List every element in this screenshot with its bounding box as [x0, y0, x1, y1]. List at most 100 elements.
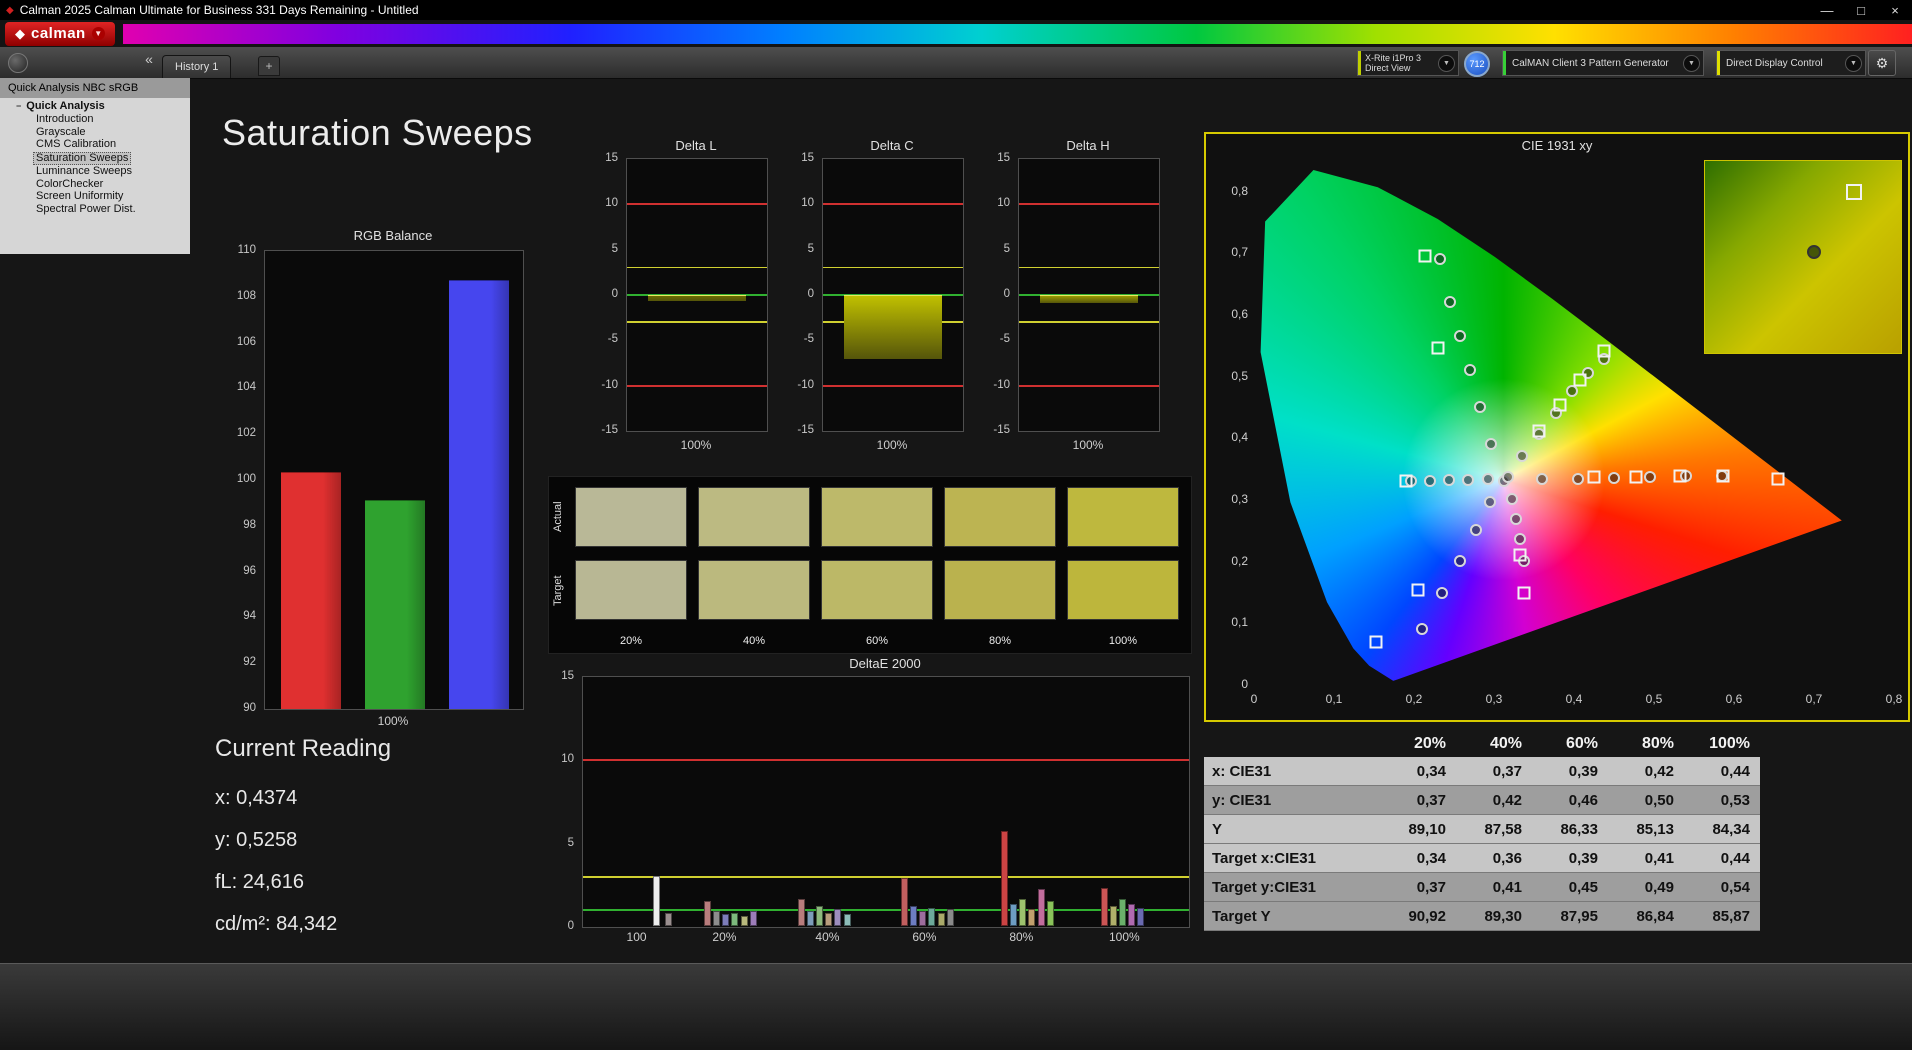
meter-dropdown[interactable]: X-Rite i1Pro 3 Direct View ▼	[1357, 50, 1459, 76]
deltae-bar	[816, 906, 824, 926]
sidebar-item-colorchecker[interactable]: ColorChecker	[34, 178, 105, 191]
close-button[interactable]: ×	[1878, 0, 1912, 20]
actual-color-patch	[698, 487, 810, 547]
cie-y-tick: 0,4	[1231, 430, 1248, 445]
cie-y-tick: 0,3	[1231, 492, 1248, 507]
workflow-menu-button[interactable]	[8, 53, 28, 73]
cie-target-point	[1673, 469, 1687, 483]
delta_l-y-tick: 10	[605, 197, 618, 210]
delta-l-y-axis: 15 10 5 0 -5 -10 -15	[592, 152, 622, 436]
sidebar-item-cms-calibration[interactable]: CMS Calibration	[34, 138, 118, 151]
patch-grid	[575, 487, 1179, 620]
table-row: y: CIE31 0,37 0,42 0,46 0,50 0,53	[1204, 786, 1760, 815]
table-row-label: Target y:CIE31	[1212, 878, 1316, 896]
inset-target-square	[1846, 184, 1863, 201]
deltae-x-tick: 100	[626, 930, 647, 944]
sidebar-item-luminance-sweeps[interactable]: Luminance Sweeps	[34, 165, 134, 178]
delta_c-y-tick: -15	[797, 424, 814, 436]
target-color-patch	[698, 560, 810, 620]
table-cell: 0,44	[1720, 849, 1750, 867]
chevron-down-icon[interactable]: ▼	[1438, 54, 1455, 72]
table-row: Target x:CIE31 0,34 0,36 0,39 0,41 0,44	[1204, 844, 1760, 873]
toolbar: « History 1 + X-Rite i1Pro 3 Direct View…	[0, 47, 1912, 79]
logo-menu-chevron-icon[interactable]: ▼	[91, 27, 105, 40]
chevron-down-icon[interactable]: ▼	[1845, 54, 1862, 72]
deltae-y-axis: 15 10 5 0	[552, 670, 578, 932]
cie-measured-point	[1509, 512, 1522, 525]
app-icon: ◆	[6, 4, 14, 16]
calman-app-window: ◆ Calman 2025 Calman Ultimate for Busine…	[0, 0, 1912, 1050]
pattern-generator-label: CalMAN Client 3 Pattern Generator	[1512, 57, 1669, 69]
delta_h-bar	[1040, 295, 1138, 304]
cie-measured-point	[1453, 329, 1466, 342]
deltae-bar	[713, 911, 721, 926]
add-tab-button[interactable]: +	[258, 56, 280, 76]
delta_l-reference-line	[627, 384, 767, 387]
calman-logo-button[interactable]: ◆ calman ▼	[5, 21, 115, 46]
meter-status-badge[interactable]: 712	[1464, 51, 1490, 77]
delta_l-reference-line	[627, 321, 767, 323]
deltae-bar	[1137, 907, 1145, 926]
reading-y: y: 0,5258	[215, 829, 298, 851]
cie-1931-chart: CIE 1931 xy 0 0,1 0,2 0,3 0,4 0,5 0,6 0,7 0,8 00…	[1204, 132, 1910, 722]
pattern-generator-dropdown[interactable]: CalMAN Client 3 Pattern Generator ▼	[1502, 50, 1704, 76]
chevron-down-icon[interactable]: ▼	[1683, 54, 1700, 72]
tree-collapse-icon[interactable]: −	[16, 101, 21, 111]
sidebar-item-grayscale[interactable]: Grayscale	[34, 126, 88, 139]
current-reading-heading: Current Reading	[215, 735, 392, 762]
reading-x: x: 0,4374	[215, 787, 298, 809]
rgb-y-tick: 108	[236, 289, 256, 302]
collapse-sidebar-button[interactable]: «	[140, 51, 158, 71]
rgb-balance-y-axis: 110 108 106 104 102 100 98 96 94 92 90	[222, 244, 260, 714]
cie-target-point	[1629, 470, 1643, 484]
table-row: Target Y 90,92 89,30 87,95 86,84 85,87	[1204, 902, 1760, 931]
cie-target-point	[1716, 469, 1730, 483]
maximize-button[interactable]: □	[1844, 0, 1878, 20]
table-cell: 85,13	[1636, 820, 1674, 838]
delta-h-y-axis: 15 10 5 0 -5 -10 -15	[984, 152, 1014, 436]
table-cell: 0,49	[1644, 878, 1674, 896]
cie-y-tick: 0	[1241, 677, 1248, 691]
sidebar-item-introduction[interactable]: Introduction	[34, 113, 95, 126]
deltae-bar	[928, 907, 936, 926]
deltae-bar	[1110, 906, 1118, 926]
logo-row: ◆ calman ▼	[0, 20, 1912, 47]
table-cell: 0,53	[1720, 791, 1750, 809]
table-row-label: Y	[1212, 820, 1223, 838]
table-cell: 0,46	[1568, 791, 1598, 809]
deltae-bar	[722, 914, 730, 926]
cie-x-tick: 0,7	[1805, 692, 1823, 706]
delta_c-y-tick: 5	[807, 242, 814, 255]
display-control-dropdown[interactable]: Direct Display Control ▼	[1716, 50, 1866, 76]
delta_h-reference-line	[1019, 384, 1159, 387]
table-cell: 0,44	[1720, 762, 1750, 780]
table-cell: 87,95	[1560, 907, 1598, 925]
sidebar-item-saturation-sweeps[interactable]: Saturation Sweeps	[33, 151, 132, 165]
rgb-y-tick: 98	[243, 518, 256, 531]
table-row-label: x: CIE31	[1212, 762, 1272, 780]
target-color-patch	[821, 560, 933, 620]
cie-target-point	[1399, 474, 1413, 488]
table-cell: 90,92	[1408, 907, 1446, 925]
delta_h-y-tick: 10	[997, 197, 1010, 210]
rgb-y-tick: 100	[236, 473, 256, 485]
saturation-results-table: 20% 40% 60% 80% 100% x: CIE31 0,34 0,37 0,39 0,42…	[1204, 731, 1760, 931]
tab-history-1[interactable]: History 1	[162, 55, 232, 78]
delta_h-reference-line	[1019, 321, 1159, 323]
table-header-cell: 100%	[1709, 735, 1750, 752]
minimize-button[interactable]: —	[1810, 0, 1844, 20]
tree-root-quick-analysis[interactable]: − Quick Analysis	[0, 98, 190, 113]
cie-measured-point	[1513, 533, 1526, 546]
cie-target-point	[1517, 586, 1531, 600]
cie-x-tick: 0,6	[1725, 692, 1743, 706]
sidebar-item-spectral-power-dist[interactable]: Spectral Power Dist.	[34, 203, 138, 216]
deltae-bar	[1101, 887, 1109, 926]
deltae-y-tick: 10	[561, 753, 574, 766]
sidebar-item-screen-uniformity[interactable]: Screen Uniformity	[34, 190, 125, 203]
deltae-bar	[919, 911, 927, 926]
settings-gear-button[interactable]: ⚙	[1868, 50, 1896, 76]
rgb-y-tick: 104	[236, 381, 256, 394]
deltae-x-tick: 80%	[1009, 930, 1034, 944]
delta_h-reference-line	[1019, 203, 1159, 206]
rgb-bar-green	[365, 499, 425, 709]
